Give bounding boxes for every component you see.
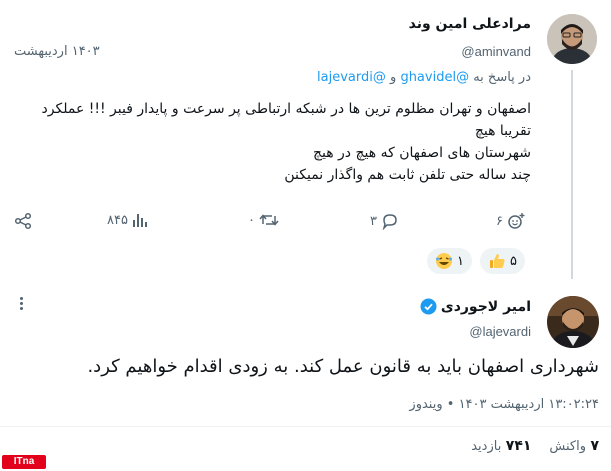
reply-button[interactable]: ۶ xyxy=(496,212,525,230)
watermark-text: ITna xyxy=(13,456,35,467)
reactions-stat[interactable]: ۷ واکنش xyxy=(549,438,599,454)
views-label: بازدید xyxy=(471,439,502,454)
tweet-line: تقریبا هیچ xyxy=(474,123,531,139)
reply-to: در پاسخ به @ghavidel و @lajevardi xyxy=(317,70,531,85)
views-button[interactable]: ۸۴۵ xyxy=(107,212,148,228)
avatar-aminvand[interactable] xyxy=(547,14,597,64)
reactions-label: واکنش xyxy=(549,439,586,454)
repost-button[interactable]: ۳ xyxy=(370,212,399,230)
thumbs-up-emoji-icon xyxy=(488,252,506,270)
reaction-thumbs-up[interactable]: ۵ xyxy=(480,248,525,274)
author-handle[interactable]: @aminvand xyxy=(461,44,531,59)
reply-user-lajevardi[interactable]: @lajevardi xyxy=(317,70,386,85)
reply-count: ۶ xyxy=(496,213,503,229)
add-reaction-icon xyxy=(508,213,525,229)
views-icon xyxy=(132,214,147,227)
share-button[interactable] xyxy=(14,212,32,230)
comment-icon xyxy=(382,214,397,230)
repost-icon xyxy=(259,214,279,226)
tweet-date[interactable]: ۱۴۰۳ اردیبهشت xyxy=(14,44,100,59)
thread-line xyxy=(571,70,573,279)
reactions-count: ۷ xyxy=(590,438,599,454)
author-handle[interactable]: @lajevardi xyxy=(469,324,531,339)
more-options-button[interactable] xyxy=(14,296,30,312)
author-name-row[interactable]: امیر لاجوردی xyxy=(420,298,531,315)
reply-prefix: در پاسخ به xyxy=(473,70,531,85)
reply-and: و xyxy=(390,70,397,85)
reply-user-ghavidel[interactable]: @ghavidel xyxy=(400,70,469,85)
tweet-line: شهرستان های اصفهان که هیچ در هیچ xyxy=(312,145,531,161)
laughing-emoji-icon xyxy=(435,252,453,270)
tweet-meta[interactable]: ۱۳:۰۲:۲۴ اردیبهشت ۱۴۰۳ • ویندوز xyxy=(409,397,599,412)
like-count: ۰ xyxy=(248,212,255,228)
tweet-body: اصفهان و تهران مظلوم ترین ها در شبکه ارت… xyxy=(11,98,531,186)
views-stat[interactable]: ۷۴۱ بازدید xyxy=(471,438,531,454)
reaction-count: ۵ xyxy=(510,253,517,269)
stats-row: ۷ واکنش ۷۴۱ بازدید xyxy=(471,438,599,454)
verified-badge-icon xyxy=(420,298,437,315)
tweet-line: اصفهان و تهران مظلوم ترین ها در شبکه ارت… xyxy=(41,101,531,117)
tweet-line: چند ساله حتی تلفن ثابت هم واگذار نمیکنن xyxy=(284,167,531,183)
divider xyxy=(0,426,611,427)
share-icon xyxy=(14,212,32,230)
author-name[interactable]: مرادعلی امین وند xyxy=(409,16,531,32)
tweet-body: شهرداری اصفهان باید به قانون عمل کند. به… xyxy=(87,356,599,377)
views-count: ۸۴۵ xyxy=(107,212,128,228)
like-button[interactable]: ۰ xyxy=(248,212,279,228)
itna-logo: ITna xyxy=(2,455,46,469)
repost-count: ۳ xyxy=(370,213,377,229)
views-count: ۷۴۱ xyxy=(505,438,532,454)
reaction-laughing[interactable]: ۱ xyxy=(427,248,472,274)
author-name[interactable]: امیر لاجوردی xyxy=(441,299,531,315)
reaction-count: ۱ xyxy=(457,253,464,269)
avatar-lajevardi[interactable] xyxy=(547,296,599,348)
